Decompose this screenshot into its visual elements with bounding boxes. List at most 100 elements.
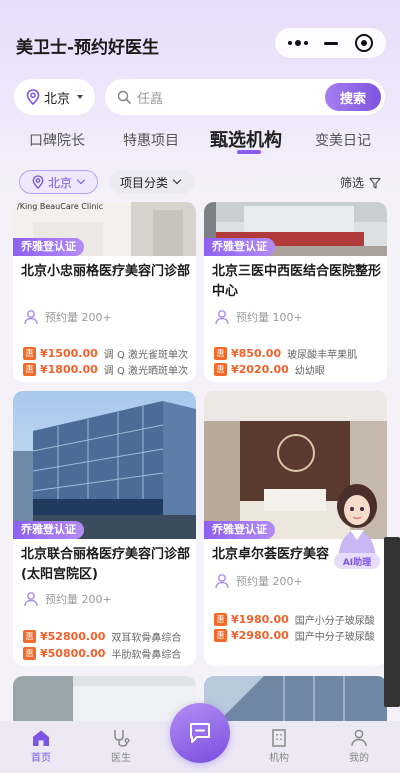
clinic-name: 北京小忠丽格医疗美容门诊部 <box>21 264 191 279</box>
chat-icon <box>190 723 210 743</box>
price-value: ¥1980.00 <box>231 612 289 626</box>
search-bar[interactable]: 任嚞 搜索 <box>105 79 385 115</box>
appointment-count: 预约量 100+ <box>214 309 303 325</box>
price-value: ¥50800.00 <box>40 646 106 660</box>
assistant-avatar-icon <box>337 484 377 560</box>
price-description: 幼幼眼 <box>294 365 325 377</box>
price-description: 调 Q 激光晒斑单次 <box>103 365 188 377</box>
user-icon <box>215 574 229 589</box>
certification-badge: 乔雅登认证 <box>13 521 84 539</box>
category-tabs: 口碑院长 特惠项目 甄选机构 变美日记 <box>0 126 400 162</box>
screen-filter-button[interactable]: 筛选 <box>340 174 381 191</box>
price-value: ¥52800.00 <box>40 629 106 643</box>
home-icon <box>33 730 49 746</box>
price-description: 玻尿酸丰苹果肌 <box>287 349 358 361</box>
chevron-down-icon <box>76 175 86 185</box>
discount-tag: 惠 <box>23 629 36 643</box>
appointment-count-label: 预约量 200+ <box>236 575 303 588</box>
center-chat-button[interactable] <box>170 703 230 763</box>
clinic-card[interactable]: 乔雅登认证 北京联合丽格医疗美容门诊部(太阳宫院区) 预约量 200+ 惠 ¥5… <box>13 391 196 666</box>
minimize-button[interactable] <box>316 31 346 55</box>
price-row: 惠 ¥52800.00 双耳软骨鼻综合 <box>23 629 181 644</box>
scroll-indicator <box>384 537 400 707</box>
certification-badge: 乔雅登认证 <box>13 238 84 256</box>
search-button[interactable]: 搜索 <box>325 83 381 111</box>
chevron-down-icon <box>172 175 182 185</box>
price-value: ¥1500.00 <box>40 346 98 360</box>
screen-filter-label: 筛选 <box>340 176 365 190</box>
discount-tag: 惠 <box>23 346 36 360</box>
user-icon <box>351 729 367 747</box>
appointment-count: 预约量 200+ <box>23 591 112 607</box>
clinic-sign-text: /King BeauCare Clinic <box>17 202 104 211</box>
discount-tag: 惠 <box>214 628 227 642</box>
clinic-name: 北京三医中西医结合医院整形中心 <box>212 264 382 299</box>
appointment-count: 预约量 200+ <box>23 309 112 325</box>
price-row: 惠 ¥850.00 玻尿酸丰苹果肌 <box>214 346 358 361</box>
city-filter[interactable]: 北京 <box>19 170 98 194</box>
tab-special-offers[interactable]: 特惠项目 <box>123 130 179 150</box>
clinic-card[interactable]: /King BeauCare Clinic 乔雅登认证 北京小忠丽格医疗美容门诊… <box>13 202 196 382</box>
ai-assistant-label[interactable]: AI助理 <box>334 553 380 569</box>
tabbar-institution-label: 机构 <box>269 753 289 764</box>
appointment-count: 预约量 200+ <box>214 573 303 589</box>
tabbar-home-label: 首页 <box>31 753 51 764</box>
price-description: 调 Q 激光雀斑单次 <box>103 349 188 361</box>
tabbar-mine-label: 我的 <box>349 753 369 764</box>
price-description: 半肋软骨鼻综合 <box>111 649 182 661</box>
more-dots-icon <box>287 40 308 46</box>
mini-program-capsule <box>274 27 387 59</box>
price-value: ¥2020.00 <box>231 362 289 376</box>
category-filter-label: 项目分类 <box>120 175 169 190</box>
certification-badge: 乔雅登认证 <box>204 521 275 539</box>
clinic-name: 北京联合丽格医疗美容门诊部(太阳宫院区) <box>21 547 191 582</box>
stethoscope-icon <box>114 730 130 747</box>
active-tab-indicator <box>237 150 261 154</box>
tabbar-doctor[interactable]: 医生 <box>91 729 151 764</box>
search-input[interactable]: 任嚞 <box>137 88 163 107</box>
more-menu-button[interactable] <box>283 31 313 55</box>
minus-icon <box>323 41 338 45</box>
certification-badge: 乔雅登认证 <box>204 238 275 256</box>
appointment-count-label: 预约量 200+ <box>45 311 112 324</box>
price-description: 国产中分子玻尿酸 <box>294 631 375 643</box>
filter-bar: 北京 项目分类 筛选 <box>0 168 400 196</box>
clinic-photo <box>13 391 196 539</box>
user-icon <box>24 592 38 607</box>
user-icon <box>24 310 38 325</box>
tabbar-institution[interactable]: 机构 <box>249 729 309 764</box>
close-mini-program-button[interactable] <box>349 31 379 55</box>
tabbar-home[interactable]: 首页 <box>11 729 71 764</box>
app-title: 美卫士-预约好医生 <box>16 38 160 58</box>
tab-selected-institutions[interactable]: 甄选机构 <box>210 126 282 152</box>
city-filter-label: 北京 <box>48 175 73 190</box>
discount-tag: 惠 <box>214 612 227 626</box>
discount-tag: 惠 <box>214 362 227 376</box>
discount-tag: 惠 <box>214 346 227 360</box>
location-pin-icon <box>26 89 40 105</box>
tab-beauty-diary[interactable]: 变美日记 <box>315 130 371 150</box>
location-pin-icon <box>32 175 44 189</box>
user-icon <box>215 310 229 325</box>
price-row: 惠 ¥1500.00 调 Q 激光雀斑单次 <box>23 346 188 361</box>
tabbar-mine[interactable]: 我的 <box>329 729 389 764</box>
clinic-card[interactable]: 乔雅登认证 北京三医中西医结合医院整形中心 预约量 100+ 惠 ¥850.00… <box>204 202 387 382</box>
discount-tag: 惠 <box>23 646 36 660</box>
price-row: 惠 ¥2980.00 国产中分子玻尿酸 <box>214 628 375 643</box>
tabbar-doctor-label: 医生 <box>111 753 131 764</box>
price-row: 惠 ¥50800.00 半肋软骨鼻综合 <box>23 646 182 661</box>
price-value: ¥2980.00 <box>231 628 289 642</box>
price-description: 国产小分子玻尿酸 <box>294 615 375 627</box>
appointment-count-label: 预约量 200+ <box>45 593 112 606</box>
category-filter[interactable]: 项目分类 <box>110 170 194 194</box>
target-icon <box>354 34 373 52</box>
price-value: ¥1800.00 <box>40 362 98 376</box>
price-row: 惠 ¥2020.00 幼幼眼 <box>214 362 325 377</box>
caret-down-icon <box>77 95 84 99</box>
discount-tag: 惠 <box>23 362 36 376</box>
price-value: ¥850.00 <box>231 346 282 360</box>
search-icon <box>117 90 131 104</box>
price-row: 惠 ¥1980.00 国产小分子玻尿酸 <box>214 612 375 627</box>
city-selector[interactable]: 北京 <box>14 79 95 115</box>
tab-reputation-director[interactable]: 口碑院长 <box>29 130 85 150</box>
